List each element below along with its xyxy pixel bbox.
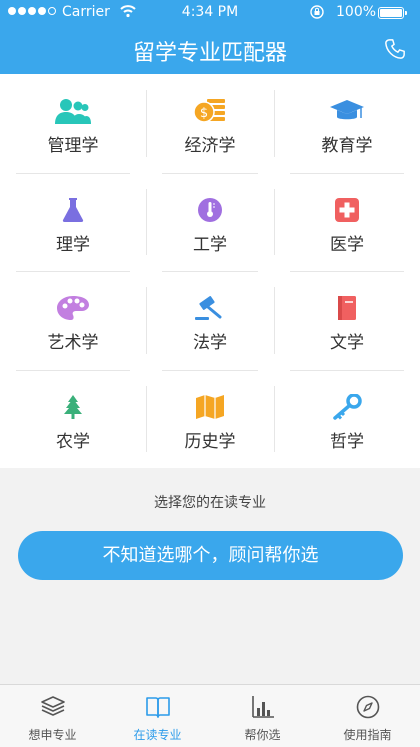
major-label: 文学 [330, 333, 364, 353]
major-grid: 管理学 $ 经济学 教育学 理学 工学 医学 艺术学 法学 文学 农学 历史学 … [0, 74, 420, 468]
gavel-icon [192, 293, 228, 323]
palette-icon [55, 293, 91, 323]
map-icon [192, 392, 228, 422]
major-philosophy[interactable]: 哲学 [274, 369, 420, 469]
select-major-prompt: 选择您的在读专业 [154, 495, 266, 511]
page-title: 留学专业匹配器 [132, 41, 287, 66]
people-icon [55, 96, 91, 126]
graduation-cap-icon [329, 96, 365, 126]
layers-icon [40, 696, 65, 716]
battery-percent: 100% [336, 4, 377, 20]
major-law[interactable]: 法学 [146, 271, 274, 370]
compass-icon [356, 695, 379, 719]
book-icon [329, 293, 365, 323]
tab-current-major[interactable]: 在读专业 [105, 685, 210, 747]
major-label: 农学 [56, 431, 90, 452]
key-icon [329, 392, 365, 422]
major-medicine[interactable]: 医学 [274, 172, 420, 272]
major-label: 管理学 [47, 136, 99, 156]
battery-icon [378, 7, 407, 19]
svg-text:$: $ [200, 106, 208, 121]
major-science[interactable]: 理学 [0, 172, 146, 272]
major-label: 工学 [193, 234, 227, 255]
tree-icon [55, 392, 91, 422]
tab-label: 想申专业 [28, 728, 77, 742]
major-arts[interactable]: 艺术学 [0, 271, 146, 370]
major-management[interactable]: 管理学 [0, 74, 146, 173]
major-engineering[interactable]: 工学 [146, 172, 274, 272]
major-label: 经济学 [184, 136, 236, 156]
tab-bar: 想申专业 在读专业 帮你选 使用指南 [0, 684, 420, 747]
major-label: 医学 [330, 234, 364, 255]
coins-icon: $ [192, 96, 228, 126]
major-label: 教育学 [321, 136, 373, 156]
tab-user-guide[interactable]: 使用指南 [315, 685, 420, 747]
tab-help-choose[interactable]: 帮你选 [210, 685, 315, 747]
major-agriculture[interactable]: 农学 [0, 369, 146, 469]
phone-icon[interactable] [384, 38, 406, 60]
major-history[interactable]: 历史学 [146, 369, 274, 469]
major-label: 理学 [56, 234, 90, 255]
medical-cross-icon [329, 195, 365, 225]
major-label: 哲学 [330, 431, 364, 452]
thermometer-icon [192, 195, 228, 225]
major-label: 艺术学 [47, 333, 99, 353]
tab-label: 使用指南 [343, 728, 392, 742]
tab-label: 在读专业 [133, 728, 182, 742]
rotation-lock-icon [310, 5, 324, 19]
open-book-icon [145, 697, 170, 718]
major-literature[interactable]: 文学 [274, 271, 420, 370]
flask-icon [55, 195, 91, 225]
tab-label: 帮你选 [244, 728, 281, 742]
bar-chart-icon [251, 696, 274, 718]
major-education[interactable]: 教育学 [274, 74, 420, 173]
nav-bar: 留学专业匹配器 [0, 26, 420, 74]
major-economics[interactable]: $ 经济学 [146, 74, 274, 173]
tab-target-major[interactable]: 想申专业 [0, 685, 105, 747]
status-bar: Carrier 4:34 PM 100% [0, 0, 420, 26]
major-label: 法学 [193, 333, 227, 353]
major-label: 历史学 [184, 431, 236, 452]
advisor-help-button[interactable]: 不知道选哪个，顾问帮你选 [18, 531, 403, 580]
